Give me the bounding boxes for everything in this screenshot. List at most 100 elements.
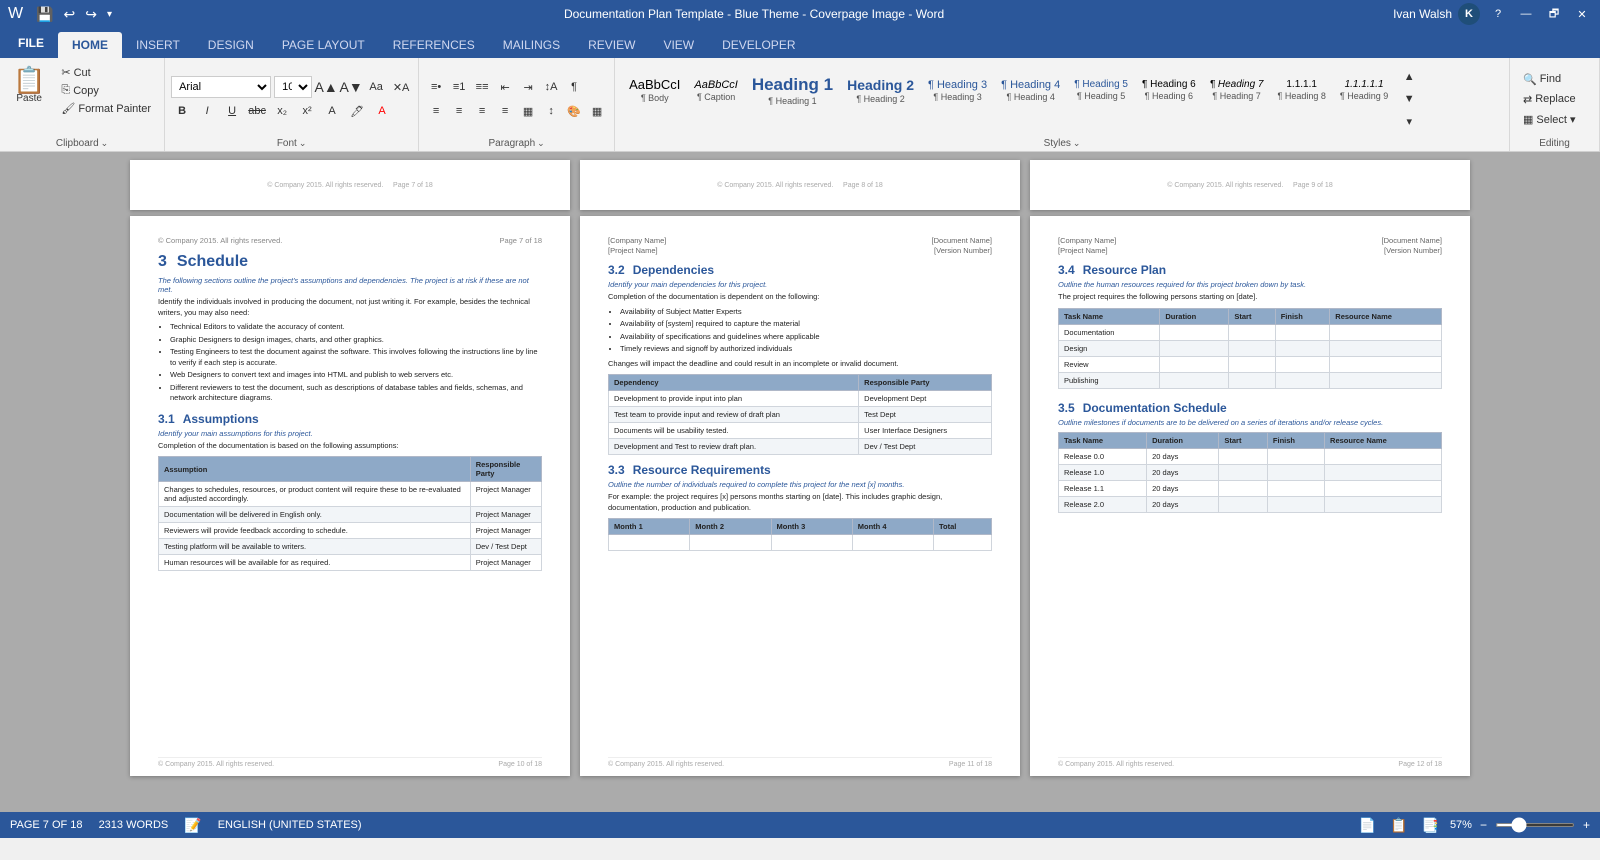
cut-button[interactable]: ✂ Cut: [54, 64, 158, 81]
font-dialog-icon[interactable]: ⌄: [299, 138, 307, 149]
style-heading5[interactable]: ¶ Heading 5 ¶ Heading 5: [1068, 65, 1134, 115]
font-name-select[interactable]: Arial: [171, 76, 271, 98]
select-icon: ▦: [1523, 113, 1533, 126]
tab-home[interactable]: HOME: [58, 32, 122, 58]
style-heading4[interactable]: ¶ Heading 4 ¶ Heading 4: [995, 65, 1066, 115]
increase-font-button[interactable]: A▲: [315, 76, 337, 98]
clear-format-button[interactable]: ✕A: [390, 76, 412, 98]
user-area: Ivan Walsh K: [1393, 3, 1480, 25]
tab-references[interactable]: REFERENCES: [379, 32, 489, 58]
superscript-button[interactable]: x²: [296, 100, 318, 122]
tab-design[interactable]: DESIGN: [194, 32, 268, 58]
strikethrough-button[interactable]: abc: [246, 100, 268, 122]
show-marks-button[interactable]: ¶: [563, 76, 585, 98]
style-heading8[interactable]: 1.1.1.1 ¶ Heading 8: [1271, 65, 1331, 115]
align-center-button[interactable]: ≡: [448, 100, 470, 122]
select-button[interactable]: ▦ Select ▾: [1516, 111, 1583, 128]
title-bar: W 💾 ↩ ↪ ▾ Documentation Plan Template - …: [0, 0, 1600, 28]
zoom-slider[interactable]: [1495, 823, 1575, 827]
language-indicator[interactable]: ENGLISH (UNITED STATES): [218, 819, 362, 831]
style-caption[interactable]: AaBbCcI ¶ Caption: [688, 65, 743, 115]
format-painter-button[interactable]: 🖌 Format Painter: [54, 100, 158, 117]
col-finish2: Finish: [1267, 432, 1324, 448]
text-highlight-button[interactable]: 🖊: [346, 100, 368, 122]
decrease-font-button[interactable]: A▼: [340, 76, 362, 98]
line-spacing-button[interactable]: ↕: [540, 100, 562, 122]
clipboard-dialog-icon[interactable]: ⌄: [101, 138, 109, 149]
page-top-center-footer: © Company 2015. All rights reserved. Pag…: [717, 182, 882, 189]
col-finish: Finish: [1275, 308, 1330, 324]
table-row: Human resources will be available for as…: [159, 555, 542, 571]
numbering-button[interactable]: ≡1: [448, 76, 470, 98]
resource-requirements-table: Month 1 Month 2 Month 3 Month 4 Total: [608, 518, 992, 551]
bold-button[interactable]: B: [171, 100, 193, 122]
borders-button[interactable]: ▦: [586, 100, 608, 122]
align-left-button[interactable]: ≡: [425, 100, 447, 122]
subscript-button[interactable]: x₂: [271, 100, 293, 122]
close-button[interactable]: ✕: [1572, 4, 1592, 24]
style-heading3[interactable]: ¶ Heading 3 ¶ Heading 3: [922, 65, 993, 115]
underline-button[interactable]: U: [221, 100, 243, 122]
change-case-button[interactable]: Aa: [365, 76, 387, 98]
tab-review[interactable]: REVIEW: [574, 32, 649, 58]
style-heading1[interactable]: Heading 1 ¶ Heading 1: [746, 65, 839, 115]
word-count: 2313 WORDS: [99, 819, 169, 831]
style-heading7[interactable]: ¶ Heading 7 ¶ Heading 7: [1204, 65, 1270, 115]
undo-icon[interactable]: ↩: [61, 5, 79, 24]
tab-file[interactable]: FILE: [4, 28, 58, 58]
font-color-button[interactable]: A: [371, 100, 393, 122]
copy-icon: ⎘: [61, 84, 70, 97]
tab-insert[interactable]: INSERT: [122, 32, 194, 58]
replace-label: Replace: [1535, 93, 1575, 105]
text-effects-button[interactable]: A: [321, 100, 343, 122]
section-3-title: 3 Schedule: [158, 253, 542, 271]
paste-button[interactable]: 📋 Paste: [6, 64, 52, 107]
copy-button[interactable]: ⎘ Copy: [54, 82, 158, 99]
zoom-out-icon[interactable]: −: [1480, 818, 1487, 832]
decrease-indent-button[interactable]: ⇤: [494, 76, 516, 98]
shading-button[interactable]: 🎨: [563, 100, 585, 122]
save-icon[interactable]: 💾: [33, 5, 56, 24]
multilevel-button[interactable]: ≡≡: [471, 76, 493, 98]
tab-page-layout[interactable]: PAGE LAYOUT: [268, 32, 379, 58]
style-heading9[interactable]: 1.1.1.1.1 ¶ Heading 9: [1334, 65, 1394, 115]
col-taskname2: Task Name: [1059, 432, 1147, 448]
style-body[interactable]: AaBbCcI ¶ Body: [623, 65, 686, 115]
sort-button[interactable]: ↕A: [540, 76, 562, 98]
bullets-button[interactable]: ≡•: [425, 76, 447, 98]
table-row: Release 1.0 20 days: [1059, 464, 1442, 480]
help-button[interactable]: ?: [1488, 4, 1508, 24]
paragraph-dialog-icon[interactable]: ⌄: [537, 138, 545, 149]
justify-button[interactable]: ≡: [494, 100, 516, 122]
style-heading2[interactable]: Heading 2 ¶ Heading 2: [841, 65, 920, 115]
view-print-button[interactable]: 📄: [1356, 816, 1379, 835]
find-button[interactable]: 🔍 Find: [1516, 71, 1568, 88]
increase-indent-button[interactable]: ⇥: [517, 76, 539, 98]
status-bar: PAGE 7 OF 18 2313 WORDS 📝 ENGLISH (UNITE…: [0, 812, 1600, 838]
tab-developer[interactable]: DEVELOPER: [708, 32, 809, 58]
spell-check-icon[interactable]: 📝: [184, 817, 201, 834]
styles-more[interactable]: ▾: [1398, 110, 1420, 132]
align-right-button[interactable]: ≡: [471, 100, 493, 122]
redo-icon[interactable]: ↪: [82, 5, 100, 24]
restore-button[interactable]: 🗗: [1544, 4, 1564, 24]
section-3-intro: The following sections outline the proje…: [158, 276, 542, 294]
view-full-button[interactable]: 📋: [1387, 816, 1410, 835]
font-size-select[interactable]: 10: [274, 76, 312, 98]
zoom-in-icon[interactable]: +: [1583, 818, 1590, 832]
style-heading6[interactable]: ¶ Heading 6 ¶ Heading 6: [1136, 65, 1202, 115]
table-row: Development to provide input into plan D…: [609, 391, 992, 407]
italic-button[interactable]: I: [196, 100, 218, 122]
styles-scroll-down[interactable]: ▼: [1398, 88, 1420, 110]
view-web-button[interactable]: 📑: [1419, 816, 1442, 835]
styles-scroll-up[interactable]: ▲: [1398, 66, 1420, 88]
ribbon: 📋 Paste ✂ Cut ⎘ Copy 🖌 Format Painter C: [0, 58, 1600, 152]
customize-icon[interactable]: ▾: [104, 8, 115, 21]
tab-mailings[interactable]: MAILINGS: [489, 32, 574, 58]
tab-view[interactable]: VIEW: [649, 32, 708, 58]
styles-dialog-icon[interactable]: ⌄: [1073, 138, 1081, 149]
clipboard-label: Clipboard: [56, 138, 99, 149]
column-button[interactable]: ▦: [517, 100, 539, 122]
minimize-button[interactable]: —: [1516, 4, 1536, 24]
replace-button[interactable]: ⇄ Replace: [1516, 91, 1583, 108]
